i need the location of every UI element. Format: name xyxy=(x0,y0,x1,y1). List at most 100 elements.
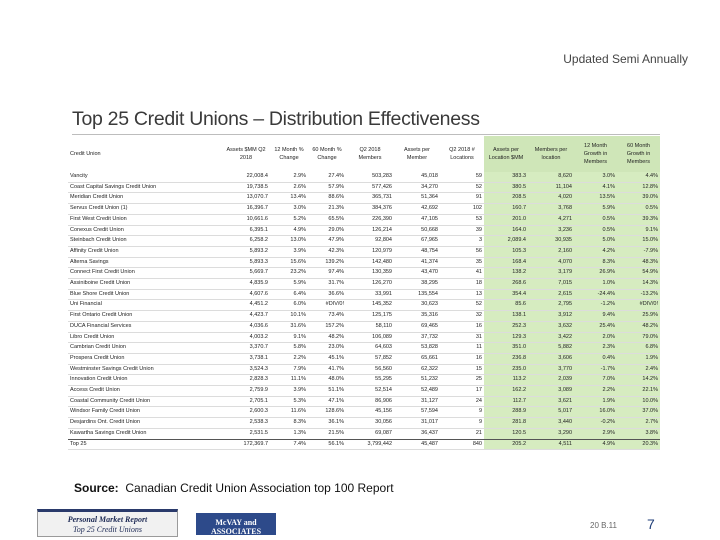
table-cell: 31,017 xyxy=(421,419,438,426)
table-cell: 56.1% xyxy=(308,438,346,450)
table-cell: 16,396.7 xyxy=(246,205,268,212)
table-cell: -13.2% xyxy=(617,289,660,300)
column-header: Q2 2018 Members xyxy=(358,146,382,161)
table-cell: 9.1% xyxy=(617,225,660,236)
table-cell: 31.6% xyxy=(290,322,306,329)
table-cell: 16.0% xyxy=(574,406,617,418)
table-cell: -7.9% xyxy=(617,246,660,258)
credit-union-name: Westminster Savings Credit Union xyxy=(70,365,154,372)
table-cell: 86,906 xyxy=(375,397,392,404)
table-cell: 3,089 xyxy=(528,385,574,397)
table-cell: 36,437 xyxy=(421,429,438,436)
table-cell: 13,070.7 xyxy=(246,194,268,201)
table-cell: 52,514 xyxy=(375,387,392,394)
table-cell: 4.4% xyxy=(617,172,660,183)
table-row: DUCA Financial Services 4,036.6 31.6% 157.2… xyxy=(68,321,660,333)
table-cell: 503,283 xyxy=(372,173,392,179)
table-row: Alterna Savings 5,893.3 15.6% 139.2% 142,480… xyxy=(68,257,660,268)
table-cell: 281.8 xyxy=(484,417,528,429)
table-cell: 106,089 xyxy=(372,333,392,340)
table-cell: 30,623 xyxy=(421,301,438,308)
table-cell: 7.4% xyxy=(270,438,308,450)
table-cell: 0.5% xyxy=(574,214,617,226)
table-cell: 162.2 xyxy=(484,385,528,397)
table-cell: 5,893.2 xyxy=(249,247,268,254)
table-cell: 3.0% xyxy=(293,205,306,212)
table-cell: 840 xyxy=(440,438,484,450)
table-cell: 45.1% xyxy=(328,354,344,361)
credit-union-name: Blue Shore Credit Union xyxy=(70,290,130,297)
table-cell: 7,015 xyxy=(528,278,574,290)
table-cell: 3,370.7 xyxy=(249,344,268,351)
table-cell: 48.3% xyxy=(617,257,660,268)
table-cell: 3.8% xyxy=(617,428,660,440)
table-cell: 22.1% xyxy=(617,385,660,397)
table-cell: 19,738.5 xyxy=(246,183,268,190)
table-cell: 47.9% xyxy=(328,237,344,244)
table-cell: 2.9% xyxy=(293,173,306,179)
table-cell: 3 xyxy=(478,237,482,244)
table-header-row: Credit Union Assets $MM Q2 2018 12 Month %… xyxy=(68,136,660,172)
table-cell: 138.2 xyxy=(484,267,528,279)
table-cell: 4.9% xyxy=(293,226,306,233)
table-cell: 67,965 xyxy=(421,237,438,244)
table-cell: 11.1% xyxy=(290,376,306,383)
table-cell: 42.3% xyxy=(328,247,344,254)
title-rule xyxy=(72,134,660,135)
table-cell: 2,828.3 xyxy=(249,376,268,383)
table-cell: 5.8% xyxy=(293,344,306,351)
table-cell: 41 xyxy=(475,269,482,276)
table-cell: 45,487 xyxy=(394,438,440,450)
table-cell: 92,804 xyxy=(375,237,392,244)
credit-union-name: Conexus Credit Union xyxy=(70,226,124,233)
table-cell: 31,127 xyxy=(421,397,438,404)
table-cell: 3.0% xyxy=(574,172,617,183)
table-cell: 4,423.7 xyxy=(249,312,268,319)
table-cell: 5,893.3 xyxy=(249,258,268,265)
table-cell: 15.6% xyxy=(290,258,306,265)
table-cell: 2,615 xyxy=(528,289,574,300)
table-cell: 48.2% xyxy=(617,321,660,333)
table-cell: 4,020 xyxy=(528,192,574,204)
credit-union-name: Affinity Credit Union xyxy=(70,247,119,254)
credit-union-name: First Ontario Credit Union xyxy=(70,312,133,319)
table-cell: 5.3% xyxy=(293,397,306,404)
table-row: Uni Financial 4,451.2 6.0% #DIV/0! 145,352 30… xyxy=(68,299,660,311)
table-cell: 145,352 xyxy=(372,301,392,308)
table-cell: 53 xyxy=(475,215,482,222)
credit-union-name: Connect First Credit Union xyxy=(70,269,135,276)
table-cell: 139.2% xyxy=(325,258,344,265)
table-cell: 1.9% xyxy=(574,396,617,407)
table-cell: 2.3% xyxy=(574,342,617,354)
table-cell: 5.9% xyxy=(293,280,306,287)
table-cell: 21 xyxy=(475,429,482,436)
table-cell: 34,270 xyxy=(421,183,438,190)
table-cell: 164.0 xyxy=(484,225,528,236)
credit-union-name: Meridian Credit Union xyxy=(70,194,124,201)
table-cell: #DIV/0! xyxy=(325,301,344,308)
table-cell: 268.6 xyxy=(484,278,528,290)
table-cell: 1.3% xyxy=(293,429,306,436)
table-cell: 25 xyxy=(475,376,482,383)
credit-union-name: Coastal Community Credit Union xyxy=(70,397,151,404)
table-cell: 5,017 xyxy=(528,406,574,418)
credit-union-name: Vancity xyxy=(70,173,88,179)
total-row: Top 25 172,369.7 7.4% 56.1% 3,799,442 45,487 8… xyxy=(68,438,660,450)
table-cell: 37.0% xyxy=(617,406,660,418)
table-cell: 35 xyxy=(475,258,482,265)
table-cell: 37,732 xyxy=(421,333,438,340)
table-cell: 2,160 xyxy=(528,246,574,258)
table-cell: 30,935 xyxy=(528,235,574,247)
table-cell: 7.9% xyxy=(293,365,306,372)
brand-logo: McVAY and ASSOCIATES xyxy=(196,513,276,536)
table-cell: 2.0% xyxy=(574,332,617,343)
table-cell: -1.2% xyxy=(574,299,617,311)
table-cell: 39.0% xyxy=(617,192,660,204)
table-cell: 53,828 xyxy=(421,344,438,351)
table-cell: 15 xyxy=(475,365,482,372)
credit-union-table-container: Credit Union Assets $MM Q2 2018 12 Month %… xyxy=(68,136,660,450)
table-cell: 3,799,442 xyxy=(346,438,394,450)
table-cell: 126,270 xyxy=(372,280,392,287)
table-cell: 20.3% xyxy=(617,438,660,450)
table-cell: 129.3 xyxy=(484,332,528,343)
